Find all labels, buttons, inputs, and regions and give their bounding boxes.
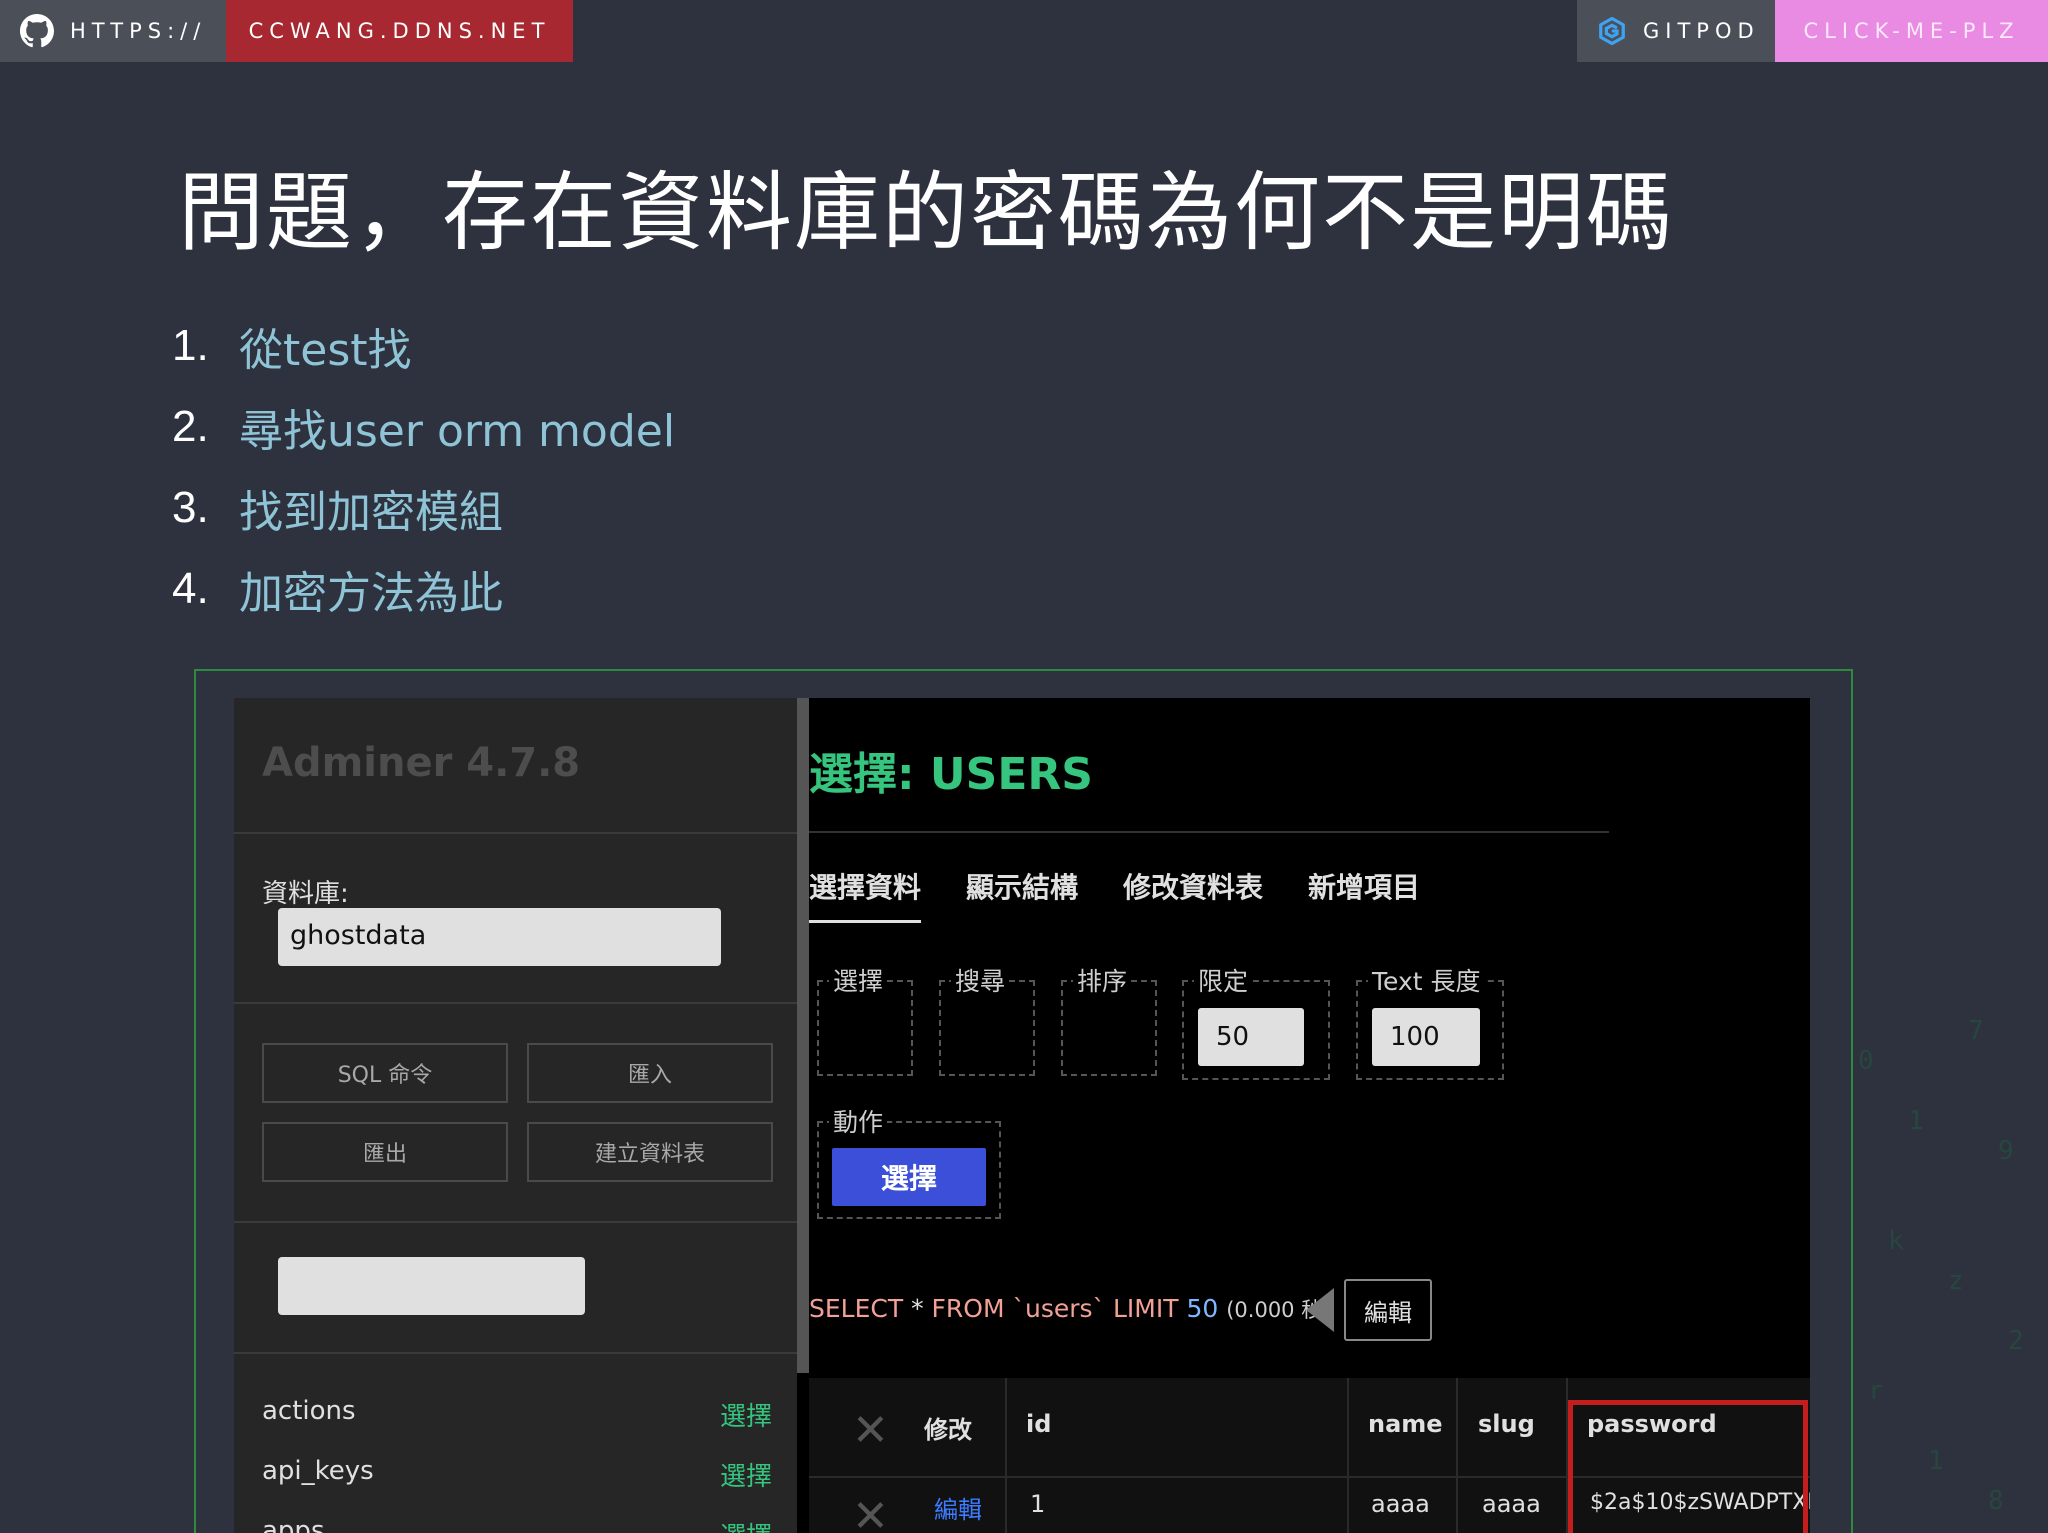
domain-link[interactable]: CCWANG.DDNS.NET: [226, 0, 573, 62]
fieldset-legend: 選擇: [829, 962, 888, 998]
sql-table: `users`: [1012, 1294, 1106, 1323]
gitpod-link[interactable]: GITPOD: [1577, 0, 1775, 62]
cell-slug: aaaa: [1482, 1490, 1541, 1518]
steps-list: 1. 從test找 2. 尋找user orm model 3. 找到加密模組 …: [172, 305, 675, 629]
close-icon[interactable]: ✕: [852, 1405, 889, 1456]
select-fieldset[interactable]: 選擇: [817, 962, 913, 1076]
list-item: 3. 找到加密模組: [172, 467, 675, 548]
column-header[interactable]: 修改: [924, 1410, 972, 1445]
step-number: 4.: [172, 563, 209, 613]
table-link[interactable]: apps: [262, 1516, 325, 1533]
db-select[interactable]: ghostdata: [278, 908, 721, 966]
text-length-input[interactable]: 100: [1372, 1008, 1480, 1066]
table-select-link[interactable]: 選擇: [720, 1396, 772, 1433]
click-me-text: CLICK-ME-PLZ: [1803, 19, 2020, 43]
password-highlight-box: [1568, 1400, 1808, 1533]
step-number: 2.: [172, 401, 209, 451]
step-number: 1.: [172, 320, 209, 370]
cell-id: 1: [1030, 1490, 1046, 1518]
cell-name: aaaa: [1371, 1490, 1430, 1518]
table-link[interactable]: api_keys: [262, 1456, 374, 1493]
tab-alter-table[interactable]: 修改資料表: [1123, 866, 1263, 923]
edit-query-button[interactable]: 編輯: [1344, 1279, 1432, 1341]
arrow-left-icon: [1306, 1288, 1334, 1332]
github-link[interactable]: HTTPS://: [0, 0, 226, 62]
create-table-button[interactable]: 建立資料表: [527, 1122, 773, 1182]
step-link[interactable]: 尋找user orm model: [239, 395, 675, 459]
click-me-link[interactable]: CLICK-ME-PLZ: [1775, 0, 2048, 62]
divider: [809, 831, 1609, 833]
column-header[interactable]: name: [1368, 1410, 1443, 1438]
table-select-link[interactable]: 選擇: [720, 1456, 772, 1493]
column-header[interactable]: id: [1026, 1410, 1051, 1438]
tab-select-data[interactable]: 選擇資料: [809, 866, 922, 923]
table-filter-input[interactable]: [278, 1257, 585, 1315]
sql-number: 50: [1186, 1294, 1219, 1323]
fieldset-legend: 限定: [1194, 962, 1253, 998]
row-edit-link[interactable]: 編輯: [934, 1490, 982, 1525]
column-header[interactable]: slug: [1478, 1410, 1535, 1438]
divider: [1347, 1378, 1349, 1533]
import-button[interactable]: 匯入: [527, 1043, 773, 1103]
divider: [234, 1352, 797, 1354]
fieldset-legend: 排序: [1073, 962, 1132, 998]
protocol-text: HTTPS://: [70, 19, 207, 43]
list-item: 1. 從test找: [172, 305, 675, 386]
list-item: api_keys 選擇: [262, 1456, 772, 1493]
adminer-screenshot: Adminer 4.7.8 資料庫: ghostdata SQL 命令 匯入 匯…: [234, 698, 1810, 1533]
table-link[interactable]: actions: [262, 1396, 356, 1433]
list-item: actions 選擇: [262, 1396, 772, 1433]
step-link[interactable]: 找到加密模組: [239, 476, 503, 540]
tab-bar: 選擇資料 顯示結構 修改資料表 新增項目: [809, 866, 1420, 923]
top-bar: HTTPS:// CCWANG.DDNS.NET GITPOD CLICK-ME…: [0, 0, 2048, 62]
sql-keyword: LIMIT: [1113, 1294, 1179, 1323]
adminer-sidebar: Adminer 4.7.8 資料庫: ghostdata SQL 命令 匯入 匯…: [234, 698, 797, 1533]
step-number: 3.: [172, 482, 209, 532]
select-submit-button[interactable]: 選擇: [832, 1148, 986, 1206]
tab-new-item[interactable]: 新增項目: [1308, 866, 1420, 923]
sql-command-button[interactable]: SQL 命令: [262, 1043, 508, 1103]
list-item: 2. 尋找user orm model: [172, 386, 675, 467]
list-item: 4. 加密方法為此: [172, 548, 675, 629]
step-link[interactable]: 從test找: [239, 314, 412, 378]
sidebar-scrollbar[interactable]: [797, 698, 809, 1373]
tab-show-structure[interactable]: 顯示結構: [966, 866, 1078, 923]
sort-fieldset[interactable]: 排序: [1061, 962, 1157, 1076]
divider: [234, 832, 797, 834]
slide-title: 問題，存在資料庫的密碼為何不是明碼: [178, 163, 1674, 263]
github-icon: [20, 14, 54, 48]
sql-star: *: [911, 1294, 924, 1323]
fieldset-legend: 動作: [829, 1103, 888, 1139]
close-icon[interactable]: ✕: [852, 1491, 889, 1533]
db-label: 資料庫:: [262, 879, 349, 909]
fieldset-legend: Text 長度: [1368, 962, 1485, 998]
domain-text: CCWANG.DDNS.NET: [248, 19, 551, 43]
page-title: 選擇: USERS: [809, 749, 1093, 800]
matrix-decoration: 0 1 7 9 k z 2 r 1 8: [1858, 1016, 2024, 1516]
divider: [234, 1002, 797, 1004]
table-select-link[interactable]: 選擇: [720, 1516, 772, 1533]
limit-input[interactable]: 50: [1198, 1008, 1304, 1066]
gitpod-icon: [1599, 16, 1625, 46]
step-link[interactable]: 加密方法為此: [239, 557, 503, 621]
adminer-brand[interactable]: Adminer 4.7.8: [262, 740, 580, 786]
search-fieldset[interactable]: 搜尋: [939, 962, 1035, 1076]
divider: [234, 1221, 797, 1223]
sql-keyword: FROM: [931, 1294, 1005, 1323]
divider: [1005, 1378, 1007, 1533]
divider: [1456, 1378, 1458, 1533]
sql-keyword: SELECT: [809, 1294, 904, 1323]
list-item: apps 選擇: [262, 1516, 772, 1533]
export-button[interactable]: 匯出: [262, 1122, 508, 1182]
sql-query-text: SELECT * FROM `users` LIMIT 50 (0.000 秒): [809, 1294, 1330, 1324]
gitpod-text: GITPOD: [1643, 19, 1760, 43]
fieldset-legend: 搜尋: [951, 962, 1010, 998]
